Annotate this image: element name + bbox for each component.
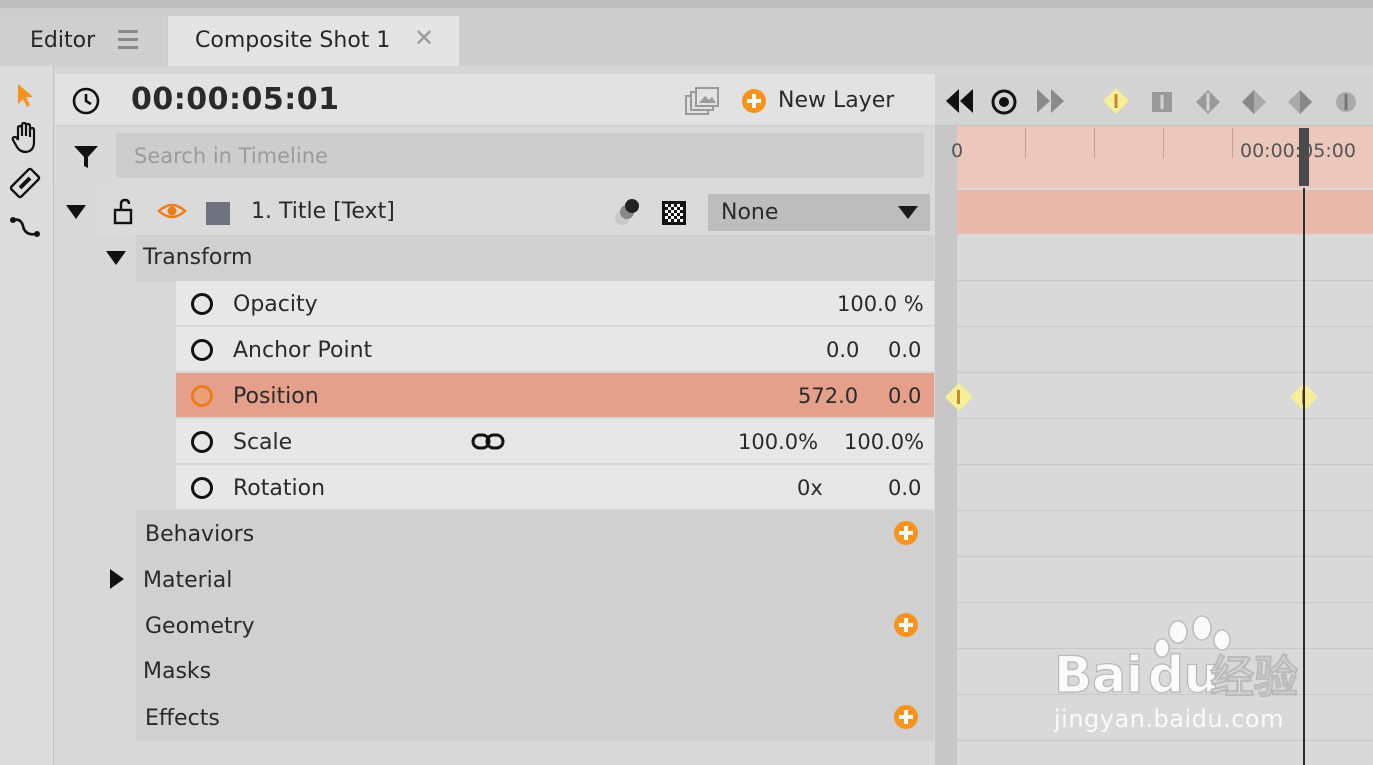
opacity-label: Opacity xyxy=(233,292,318,317)
track-divider xyxy=(957,602,1373,603)
ruler-tick xyxy=(1025,128,1026,158)
tab-editor[interactable]: Editor xyxy=(0,16,166,66)
anchor-point-y-value[interactable]: 0.0 xyxy=(888,338,921,362)
layer-name[interactable]: 1. Title [Text] xyxy=(251,199,395,224)
tab-composite-shot-label: Composite Shot 1 xyxy=(195,28,391,53)
layer-duration-bar[interactable] xyxy=(957,190,1373,234)
blend-mode-dropdown[interactable]: None xyxy=(708,194,930,231)
position-label: Position xyxy=(233,384,319,409)
scale-x-value[interactable]: 100.0% xyxy=(738,430,818,454)
blend-mode-value: None xyxy=(721,200,779,225)
baidu-watermark-logo: Bai du 经验 xyxy=(1053,615,1299,705)
track-divider xyxy=(957,740,1373,741)
keyframe-hold-icon[interactable] xyxy=(1150,90,1174,114)
track-divider xyxy=(957,280,1373,281)
keyframe-linear-icon[interactable] xyxy=(1194,88,1222,116)
tab-composite-shot[interactable]: Composite Shot 1 ✕ xyxy=(168,16,459,66)
track-divider xyxy=(957,418,1373,419)
masks-label[interactable]: Masks xyxy=(143,659,211,684)
scale-y-value[interactable]: 100.0% xyxy=(844,430,924,454)
add-effect-icon[interactable] xyxy=(894,705,918,729)
ruler-tick xyxy=(1232,128,1233,158)
transform-collapse-arrow-icon[interactable] xyxy=(106,251,126,265)
track-divider xyxy=(957,372,1373,373)
hamburger-menu-icon[interactable] xyxy=(118,30,138,50)
material-expand-arrow-icon[interactable] xyxy=(110,569,124,589)
watermark-brand-a: Bai xyxy=(1054,646,1143,704)
search-timeline-input[interactable] xyxy=(116,133,924,178)
track-divider xyxy=(957,326,1373,327)
rotation-turns-value[interactable]: 0x xyxy=(797,476,823,500)
link-chain-icon[interactable] xyxy=(471,432,505,452)
clock-icon xyxy=(72,87,100,115)
watermark-url: jingyan.baidu.com xyxy=(1054,705,1284,733)
record-icon[interactable] xyxy=(990,88,1018,116)
razor-tool-icon[interactable] xyxy=(9,167,41,199)
motion-blur-icon[interactable] xyxy=(612,196,644,228)
chevron-down-icon xyxy=(898,206,918,219)
watermark-brand-b: du xyxy=(1148,646,1219,704)
transparency-checker-icon[interactable] xyxy=(662,201,686,225)
panel-splitter[interactable] xyxy=(935,74,957,765)
filter-icon[interactable] xyxy=(73,144,99,170)
new-layer-button[interactable]: New Layer xyxy=(778,88,894,113)
media-layers-icon[interactable] xyxy=(684,86,720,118)
anchor-point-x-value[interactable]: 0.0 xyxy=(826,338,859,362)
new-layer-plus-icon[interactable] xyxy=(742,89,766,113)
opacity-value[interactable]: 100.0 % xyxy=(837,292,924,316)
transform-group-row[interactable] xyxy=(136,235,934,281)
watermark-brand-c: 经验 xyxy=(1210,652,1298,703)
behaviors-label[interactable]: Behaviors xyxy=(145,522,254,547)
anchor-point-keyframe-toggle-icon[interactable] xyxy=(191,339,213,361)
position-keyframe-toggle-icon[interactable] xyxy=(191,385,213,407)
jump-to-end-icon[interactable] xyxy=(1034,86,1068,116)
layer-collapse-arrow-icon[interactable] xyxy=(66,205,86,219)
position-y-value[interactable]: 0.0 xyxy=(888,384,921,408)
visibility-eye-icon[interactable] xyxy=(157,200,187,222)
scale-label: Scale xyxy=(233,430,293,455)
keyframe-ease-out-icon[interactable] xyxy=(1286,88,1314,116)
position-keyframe-marker xyxy=(957,390,960,404)
ruler-end-label: 00:00:05:00 xyxy=(1240,140,1356,162)
add-behavior-icon[interactable] xyxy=(894,521,918,545)
rotation-degrees-value[interactable]: 0.0 xyxy=(888,476,921,500)
keyframe-ease-both-icon[interactable] xyxy=(1334,90,1358,114)
material-label[interactable]: Material xyxy=(143,568,232,593)
ruler-tick xyxy=(1094,128,1095,158)
geometry-label[interactable]: Geometry xyxy=(145,614,255,639)
track-divider xyxy=(957,464,1373,465)
track-divider xyxy=(957,510,1373,511)
ruler-tick xyxy=(1163,128,1164,158)
select-tool-icon[interactable] xyxy=(14,82,36,108)
add-geometry-icon[interactable] xyxy=(894,613,918,637)
property-groups xyxy=(136,511,934,741)
keyframe-ease-in-icon[interactable] xyxy=(1240,88,1268,116)
tab-editor-label: Editor xyxy=(30,28,96,53)
anchor-point-label: Anchor Point xyxy=(233,338,373,363)
track-divider xyxy=(957,556,1373,557)
jump-to-start-icon[interactable] xyxy=(942,86,976,116)
position-x-value[interactable]: 572.0 xyxy=(798,384,858,408)
timecode-display[interactable]: 00:00:05:01 xyxy=(131,82,339,117)
opacity-keyframe-toggle-icon[interactable] xyxy=(191,293,213,315)
close-tab-icon[interactable]: ✕ xyxy=(414,26,434,50)
effects-label[interactable]: Effects xyxy=(145,706,220,731)
curve-tool-icon[interactable] xyxy=(9,212,41,242)
add-keyframe-icon[interactable] xyxy=(1101,86,1131,116)
ruler-start-label: 0 xyxy=(951,140,964,162)
rotation-keyframe-toggle-icon[interactable] xyxy=(191,477,213,499)
playhead-handle[interactable] xyxy=(1299,128,1309,186)
hand-tool-icon[interactable] xyxy=(10,122,40,154)
scale-keyframe-toggle-icon[interactable] xyxy=(191,431,213,453)
transform-label: Transform xyxy=(143,245,253,270)
unlock-icon[interactable] xyxy=(112,198,138,226)
rotation-label: Rotation xyxy=(233,476,326,501)
layer-color-swatch[interactable] xyxy=(206,202,230,225)
